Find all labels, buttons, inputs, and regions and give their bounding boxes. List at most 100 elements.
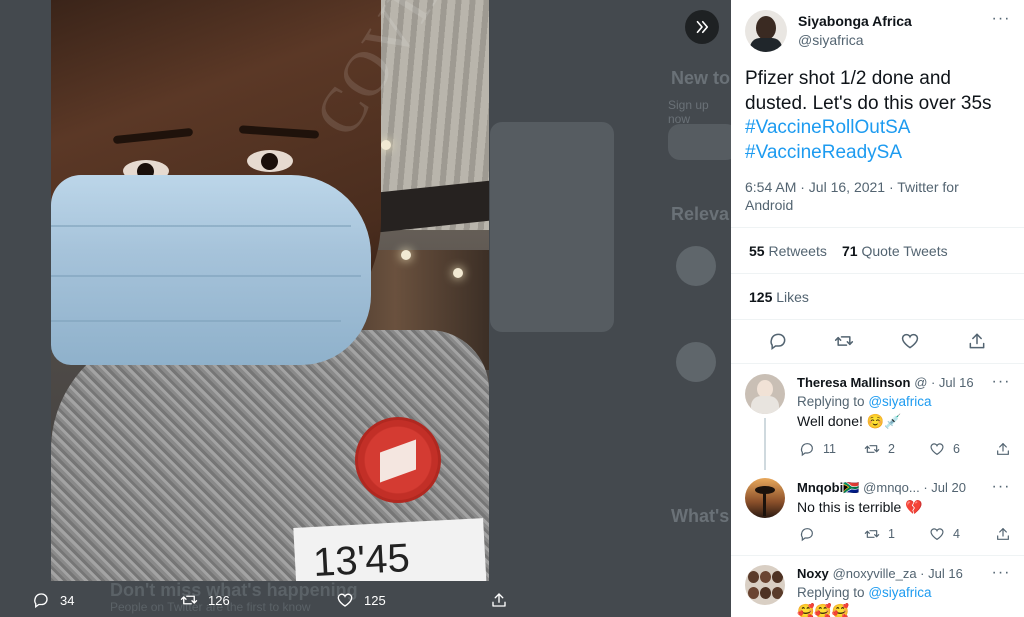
- reply-retweet-count: 2: [888, 442, 895, 456]
- media-like-count: 125: [364, 592, 386, 608]
- likes-label: Likes: [776, 289, 809, 305]
- reply-author-name[interactable]: Mnqobi🇿🇦: [797, 480, 859, 495]
- reply-like-count: 4: [953, 527, 960, 541]
- reply-icon: [800, 443, 813, 457]
- reply-button[interactable]: [768, 331, 788, 351]
- reply-avatar[interactable]: [745, 565, 785, 605]
- like-icon: [337, 593, 353, 607]
- replying-to-label: Replying to: [797, 394, 865, 409]
- more-icon: ···: [991, 478, 1011, 495]
- photo-lamp: [401, 250, 411, 260]
- author-name[interactable]: Siyabonga Africa: [798, 13, 912, 29]
- reply-retweet-button[interactable]: 2: [864, 441, 895, 457]
- photo-lamp: [381, 140, 391, 150]
- reply-author-handle[interactable]: @noxyville_za · Jul 16: [833, 566, 963, 581]
- media-like-button[interactable]: 125: [336, 591, 386, 609]
- bg-avatar: [676, 246, 716, 286]
- retweets-count: 55: [749, 243, 765, 259]
- reply-author-handle[interactable]: @ · Jul 16: [914, 375, 973, 390]
- replying-to-label: Replying to: [797, 585, 865, 600]
- tweet-more-button[interactable]: ···: [991, 10, 1011, 32]
- media-retweet-count: 126: [208, 592, 230, 608]
- likes-stat[interactable]: 125 Likes: [749, 289, 809, 305]
- replying-to-link[interactable]: @siyafrica: [868, 394, 931, 409]
- author-avatar[interactable]: [745, 10, 787, 52]
- reply-reply-count: 11: [823, 442, 836, 456]
- retweet-icon: [180, 595, 198, 605]
- replying-to-link[interactable]: @siyafrica: [868, 585, 931, 600]
- more-icon: ···: [991, 373, 1011, 390]
- bg-heading-new: New to: [671, 68, 731, 88]
- quotes-stat[interactable]: 71 Quote Tweets: [842, 243, 948, 259]
- divider: [731, 555, 1024, 556]
- tweet-text-line: Pfizer shot 1/2 done and: [745, 68, 951, 89]
- reply-icon: [800, 528, 813, 542]
- hashtag-link[interactable]: #VaccineRollOutSA: [745, 116, 1020, 141]
- reply-avatar[interactable]: [745, 478, 785, 518]
- reply-like-button[interactable]: 4: [929, 526, 960, 542]
- share-icon: [492, 593, 506, 607]
- mask-fold: [51, 275, 361, 277]
- reply-icon: [34, 593, 48, 609]
- reply-like-count: 6: [953, 442, 960, 456]
- divider: [731, 273, 1024, 274]
- bg-signup-button: [668, 124, 731, 160]
- reply-author-name[interactable]: Noxy: [797, 566, 829, 581]
- quotes-label: Quote Tweets: [861, 243, 948, 259]
- expand-button[interactable]: [685, 10, 719, 44]
- share-icon: [997, 443, 1009, 455]
- divider: [731, 227, 1024, 228]
- tweet-timestamp[interactable]: 6:54 AM · Jul 16, 2021 · Twitter for: [745, 178, 1005, 196]
- reply-text: Well done! ☺️💉: [797, 413, 902, 429]
- reply-icon: [770, 333, 786, 350]
- reply-retweet-count: 1: [888, 527, 895, 541]
- retweets-stat[interactable]: 55 Retweets: [749, 243, 827, 259]
- reply-reply-button[interactable]: 11: [799, 441, 836, 457]
- photo-brow: [238, 125, 320, 139]
- bg-heading-whats: What's: [671, 506, 730, 526]
- share-icon: [997, 528, 1009, 540]
- reply-like-button[interactable]: 6: [929, 441, 960, 457]
- media-share-button[interactable]: [490, 591, 508, 609]
- media-retweet-button[interactable]: 126: [180, 591, 230, 609]
- bg-card: [490, 122, 614, 332]
- author-handle[interactable]: @siyafrica: [798, 32, 864, 48]
- badge-logo: [380, 439, 416, 483]
- reply-author-name[interactable]: Theresa Mallinson: [797, 375, 910, 390]
- reply-header: Noxy @noxyville_za · Jul 16: [797, 566, 963, 581]
- like-icon: [930, 528, 944, 541]
- retweets-label: Retweets: [768, 243, 827, 259]
- reply-share-button[interactable]: [995, 441, 1011, 457]
- media-reply-button[interactable]: 34: [32, 591, 74, 609]
- replying-to: Replying to @siyafrica: [797, 394, 932, 409]
- tweet-photo[interactable]: 13'45: [51, 0, 489, 581]
- quotes-count: 71: [842, 243, 858, 259]
- divider: [731, 319, 1024, 320]
- like-button[interactable]: [900, 331, 920, 351]
- share-button[interactable]: [967, 331, 987, 351]
- reply-more-button[interactable]: ···: [991, 565, 1011, 586]
- retweet-icon: [864, 530, 880, 538]
- tweet-text-line: dusted. Let's do this over 35s: [745, 92, 992, 114]
- vaccine-badge: [355, 417, 441, 503]
- photo-brow: [112, 127, 194, 145]
- reply-reply-button[interactable]: [799, 526, 823, 542]
- tweet-client[interactable]: Android: [745, 196, 1005, 214]
- more-icon: ···: [991, 10, 1011, 27]
- photo-mask: [51, 175, 371, 365]
- like-icon: [930, 443, 944, 456]
- reply-avatar[interactable]: [745, 374, 785, 414]
- photo-lamp: [453, 268, 463, 278]
- tweet-metadata: 6:54 AM · Jul 16, 2021 · Twitter for And…: [745, 178, 1005, 214]
- reply-more-button[interactable]: ···: [991, 373, 1011, 395]
- bg-avatar: [676, 342, 716, 382]
- reply-retweet-button[interactable]: 1: [864, 526, 895, 542]
- retweet-button[interactable]: [834, 331, 854, 351]
- media-reply-count: 34: [60, 592, 75, 608]
- retweet-icon: [834, 336, 854, 346]
- mask-fold: [51, 225, 351, 227]
- reply-author-handle[interactable]: @mnqo... · Jul 20: [863, 480, 966, 495]
- reply-more-button[interactable]: ···: [991, 478, 1011, 500]
- reply-share-button[interactable]: [995, 526, 1011, 542]
- hashtag-link[interactable]: #VaccineReadySA: [745, 141, 1020, 166]
